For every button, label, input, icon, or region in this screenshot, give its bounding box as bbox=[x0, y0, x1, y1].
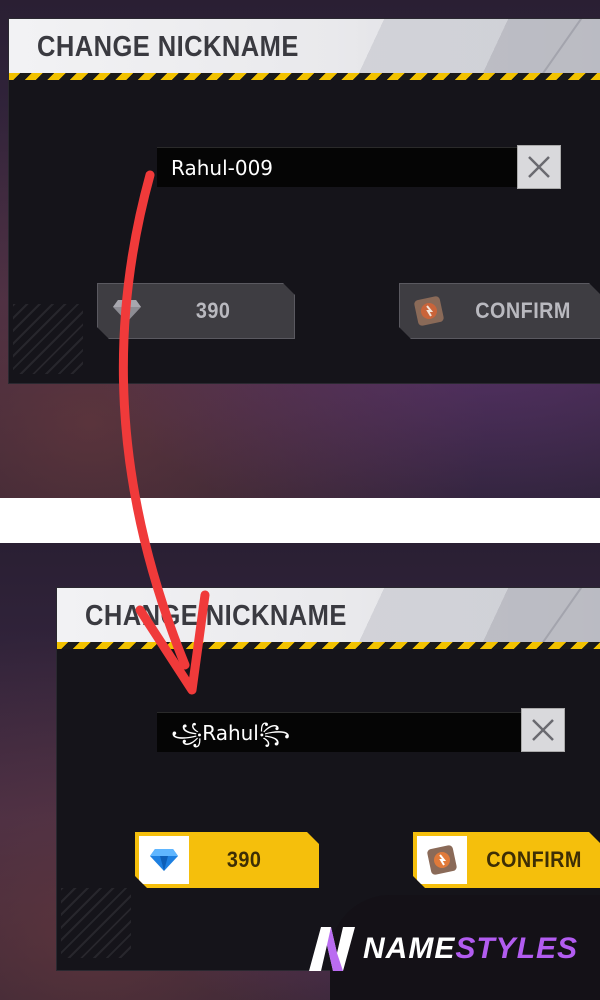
brand-word-styles: STYLES bbox=[455, 932, 579, 965]
brand-name: NAMESTYLES bbox=[363, 932, 578, 966]
logo-icon bbox=[309, 927, 355, 971]
brand-watermark: NAMESTYLES bbox=[305, 925, 578, 973]
brand-word-name: NAME bbox=[363, 932, 456, 965]
annotation-arrow bbox=[118, 170, 210, 695]
